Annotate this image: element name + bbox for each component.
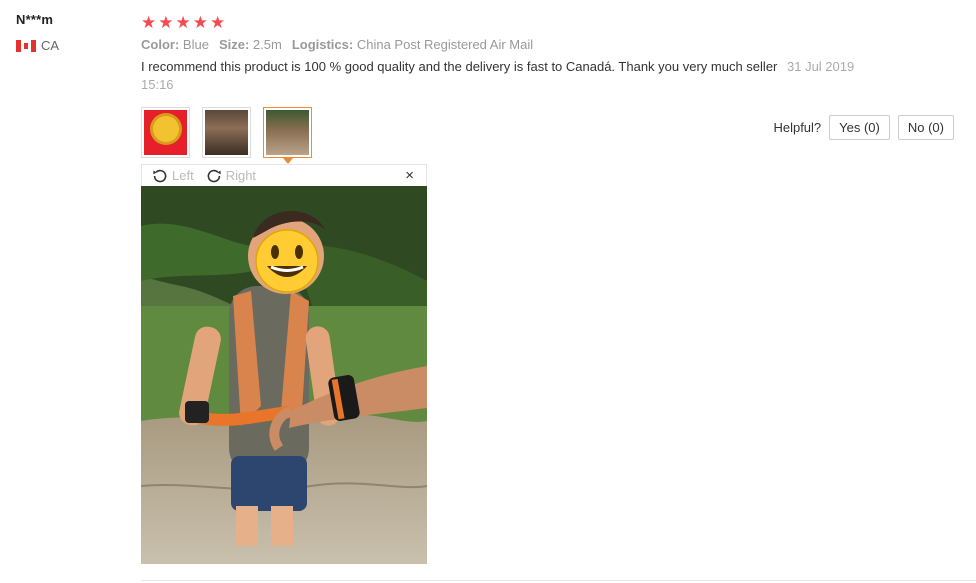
star-icon: ★	[158, 12, 174, 32]
close-viewer-icon[interactable]: ×	[405, 167, 414, 184]
rotate-left-label: Left	[172, 168, 194, 183]
helpful-vote: Helpful? Yes (0) No (0)	[773, 115, 954, 140]
star-rating: ★ ★ ★ ★ ★	[141, 12, 961, 32]
color-value: Blue	[182, 37, 209, 52]
rotate-right-icon	[207, 169, 221, 182]
enlarged-review-photo	[141, 186, 427, 564]
award-badge-image	[144, 110, 187, 155]
canada-flag-icon	[16, 39, 36, 52]
review-body: ★ ★ ★ ★ ★ Color: Blue Size: 2.5m Logisti…	[141, 12, 961, 94]
thumbnail-award-badge[interactable]	[141, 107, 190, 158]
viewer-toolbar: Left Right ×	[141, 164, 427, 186]
sku-info: Color: Blue Size: 2.5m Logistics: China …	[141, 37, 961, 52]
thumbnail-harness-product[interactable]	[202, 107, 251, 158]
rotate-right-label: Right	[225, 168, 257, 183]
logistics-value: China Post Registered Air Mail	[356, 37, 534, 52]
color-label: Color:	[141, 37, 180, 52]
star-icon: ★	[210, 12, 226, 32]
child-harness-image	[266, 110, 309, 155]
photo-viewer: Left Right ×	[141, 164, 427, 564]
star-icon: ★	[192, 12, 208, 32]
child-harness-photo	[141, 186, 427, 564]
size-label: Size:	[218, 37, 250, 52]
star-icon: ★	[141, 12, 157, 32]
rotate-left-button[interactable]: Left	[152, 168, 194, 184]
rotate-right-button[interactable]: Right	[206, 168, 256, 184]
star-icon: ★	[175, 12, 191, 32]
review-divider	[141, 580, 976, 581]
size-value: 2.5m	[252, 37, 282, 52]
reviewer-info: N***m CA	[16, 12, 126, 53]
rotate-left-icon	[153, 169, 167, 182]
helpful-no-button[interactable]: No (0)	[897, 115, 954, 140]
review-photo-thumbnails	[141, 107, 312, 164]
reviewer-country: CA	[16, 38, 126, 53]
harness-product-image	[205, 110, 248, 155]
review-text: I recommend this product is 100 % good q…	[141, 58, 861, 94]
helpful-label: Helpful?	[773, 120, 822, 135]
thumbnail-child-harness[interactable]	[263, 107, 312, 164]
country-code: CA	[41, 38, 60, 53]
review-content: I recommend this product is 100 % good q…	[141, 59, 778, 74]
reviewer-name: N***m	[16, 12, 54, 27]
logistics-label: Logistics:	[291, 37, 354, 52]
helpful-yes-button[interactable]: Yes (0)	[829, 115, 890, 140]
